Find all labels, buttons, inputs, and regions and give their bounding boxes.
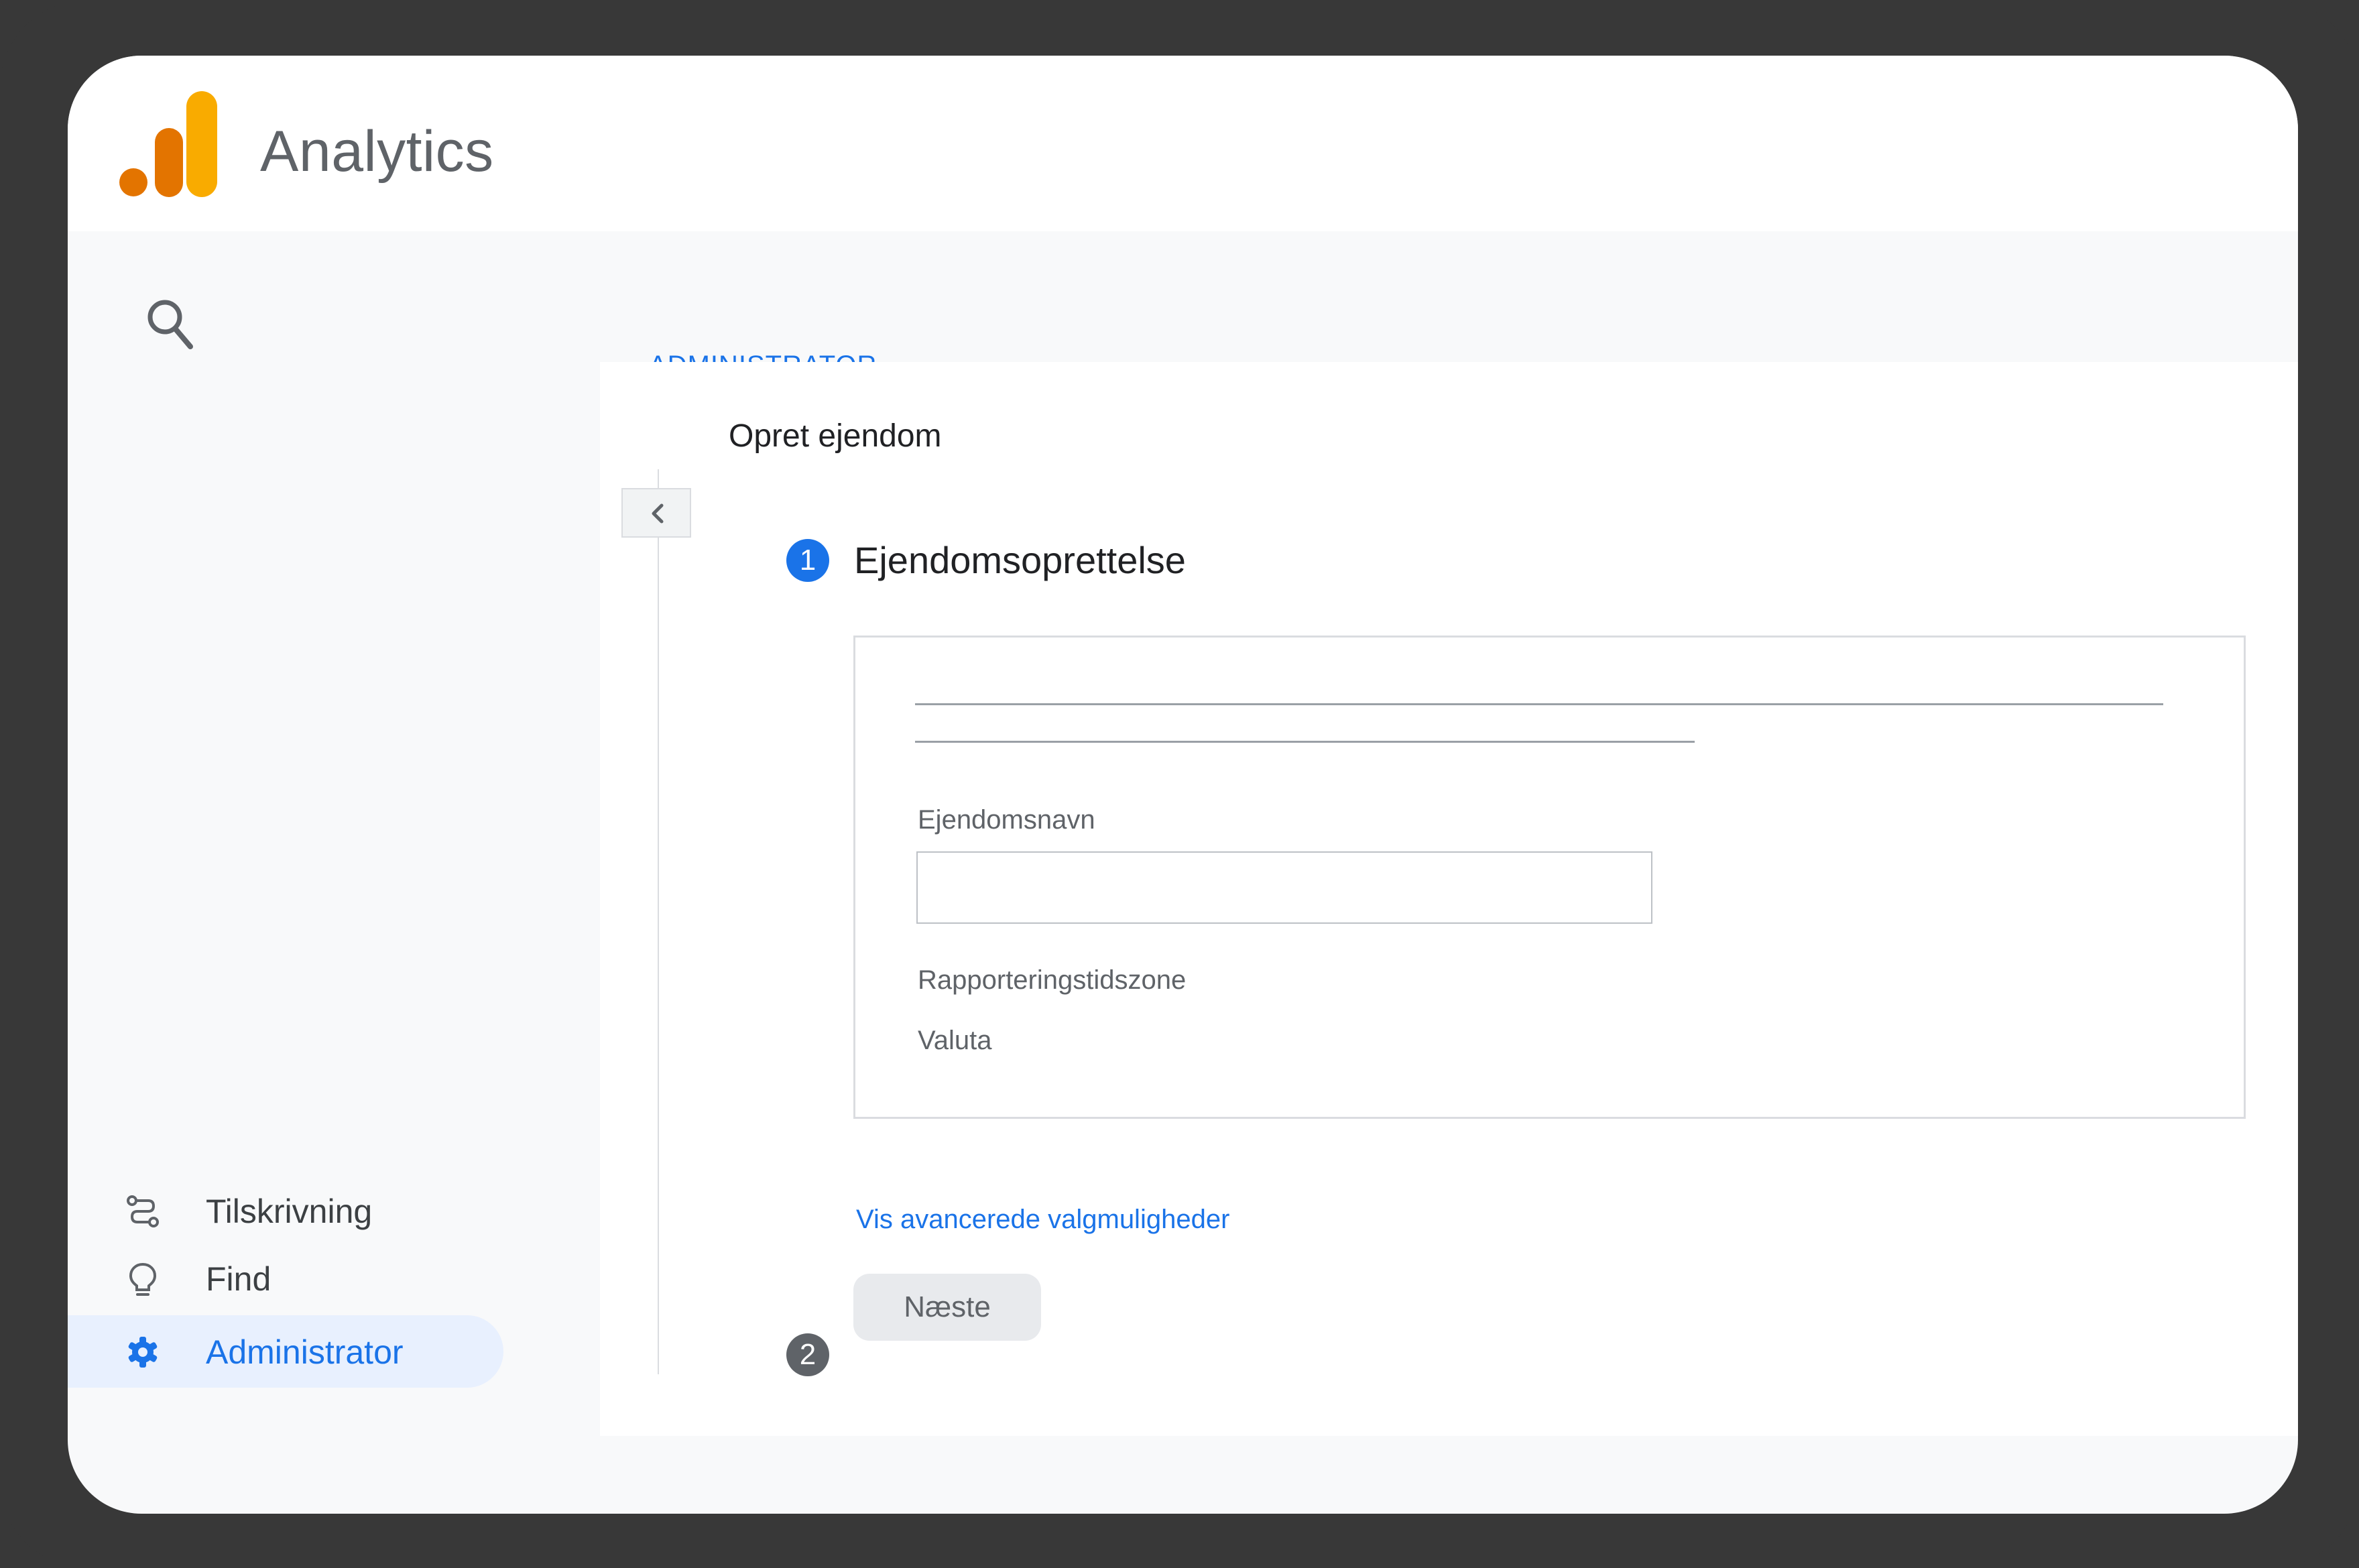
property-name-label: Ejendomsnavn	[918, 805, 1095, 835]
sidebar-item-administrator[interactable]: Administrator	[68, 1315, 503, 1388]
sidebar-item-label: Tilskrivning	[206, 1193, 373, 1230]
property-name-input[interactable]	[916, 851, 1652, 924]
next-button[interactable]: Næste	[853, 1274, 1041, 1341]
page-title: Opret ejendom	[729, 418, 942, 454]
step-2-badge: 2	[786, 1333, 829, 1376]
step-1-title: Ejendomsoprettelse	[854, 539, 1186, 581]
step-1-badge: 1	[786, 539, 829, 582]
collapse-button[interactable]	[621, 488, 691, 538]
placeholder-line	[915, 703, 2163, 705]
placeholder-line	[915, 741, 1695, 743]
sidebar-item-label: Find	[206, 1260, 271, 1298]
app-title: Analytics	[260, 119, 494, 184]
lightbulb-icon	[124, 1260, 162, 1298]
app-window: Analytics Tilskrivning Find Administrato…	[68, 56, 2298, 1514]
currency-label: Valuta	[918, 1026, 992, 1055]
sidebar-item-label: Administrator	[206, 1333, 404, 1371]
search-icon[interactable]	[146, 298, 194, 351]
sidebar-item-find[interactable]: Find	[68, 1242, 503, 1315]
chevron-left-icon	[652, 503, 664, 524]
stepper-line	[658, 469, 659, 1374]
gear-icon	[124, 1333, 162, 1371]
sidebar-item-tilskrivning[interactable]: Tilskrivning	[68, 1174, 503, 1247]
timezone-label: Rapporteringstidszone	[918, 965, 1187, 995]
advanced-options-link[interactable]: Vis avancerede valgmuligheder	[856, 1206, 1229, 1233]
route-icon	[124, 1193, 162, 1230]
app-header: Analytics	[68, 56, 2298, 231]
analytics-logo-icon[interactable]	[119, 91, 219, 197]
